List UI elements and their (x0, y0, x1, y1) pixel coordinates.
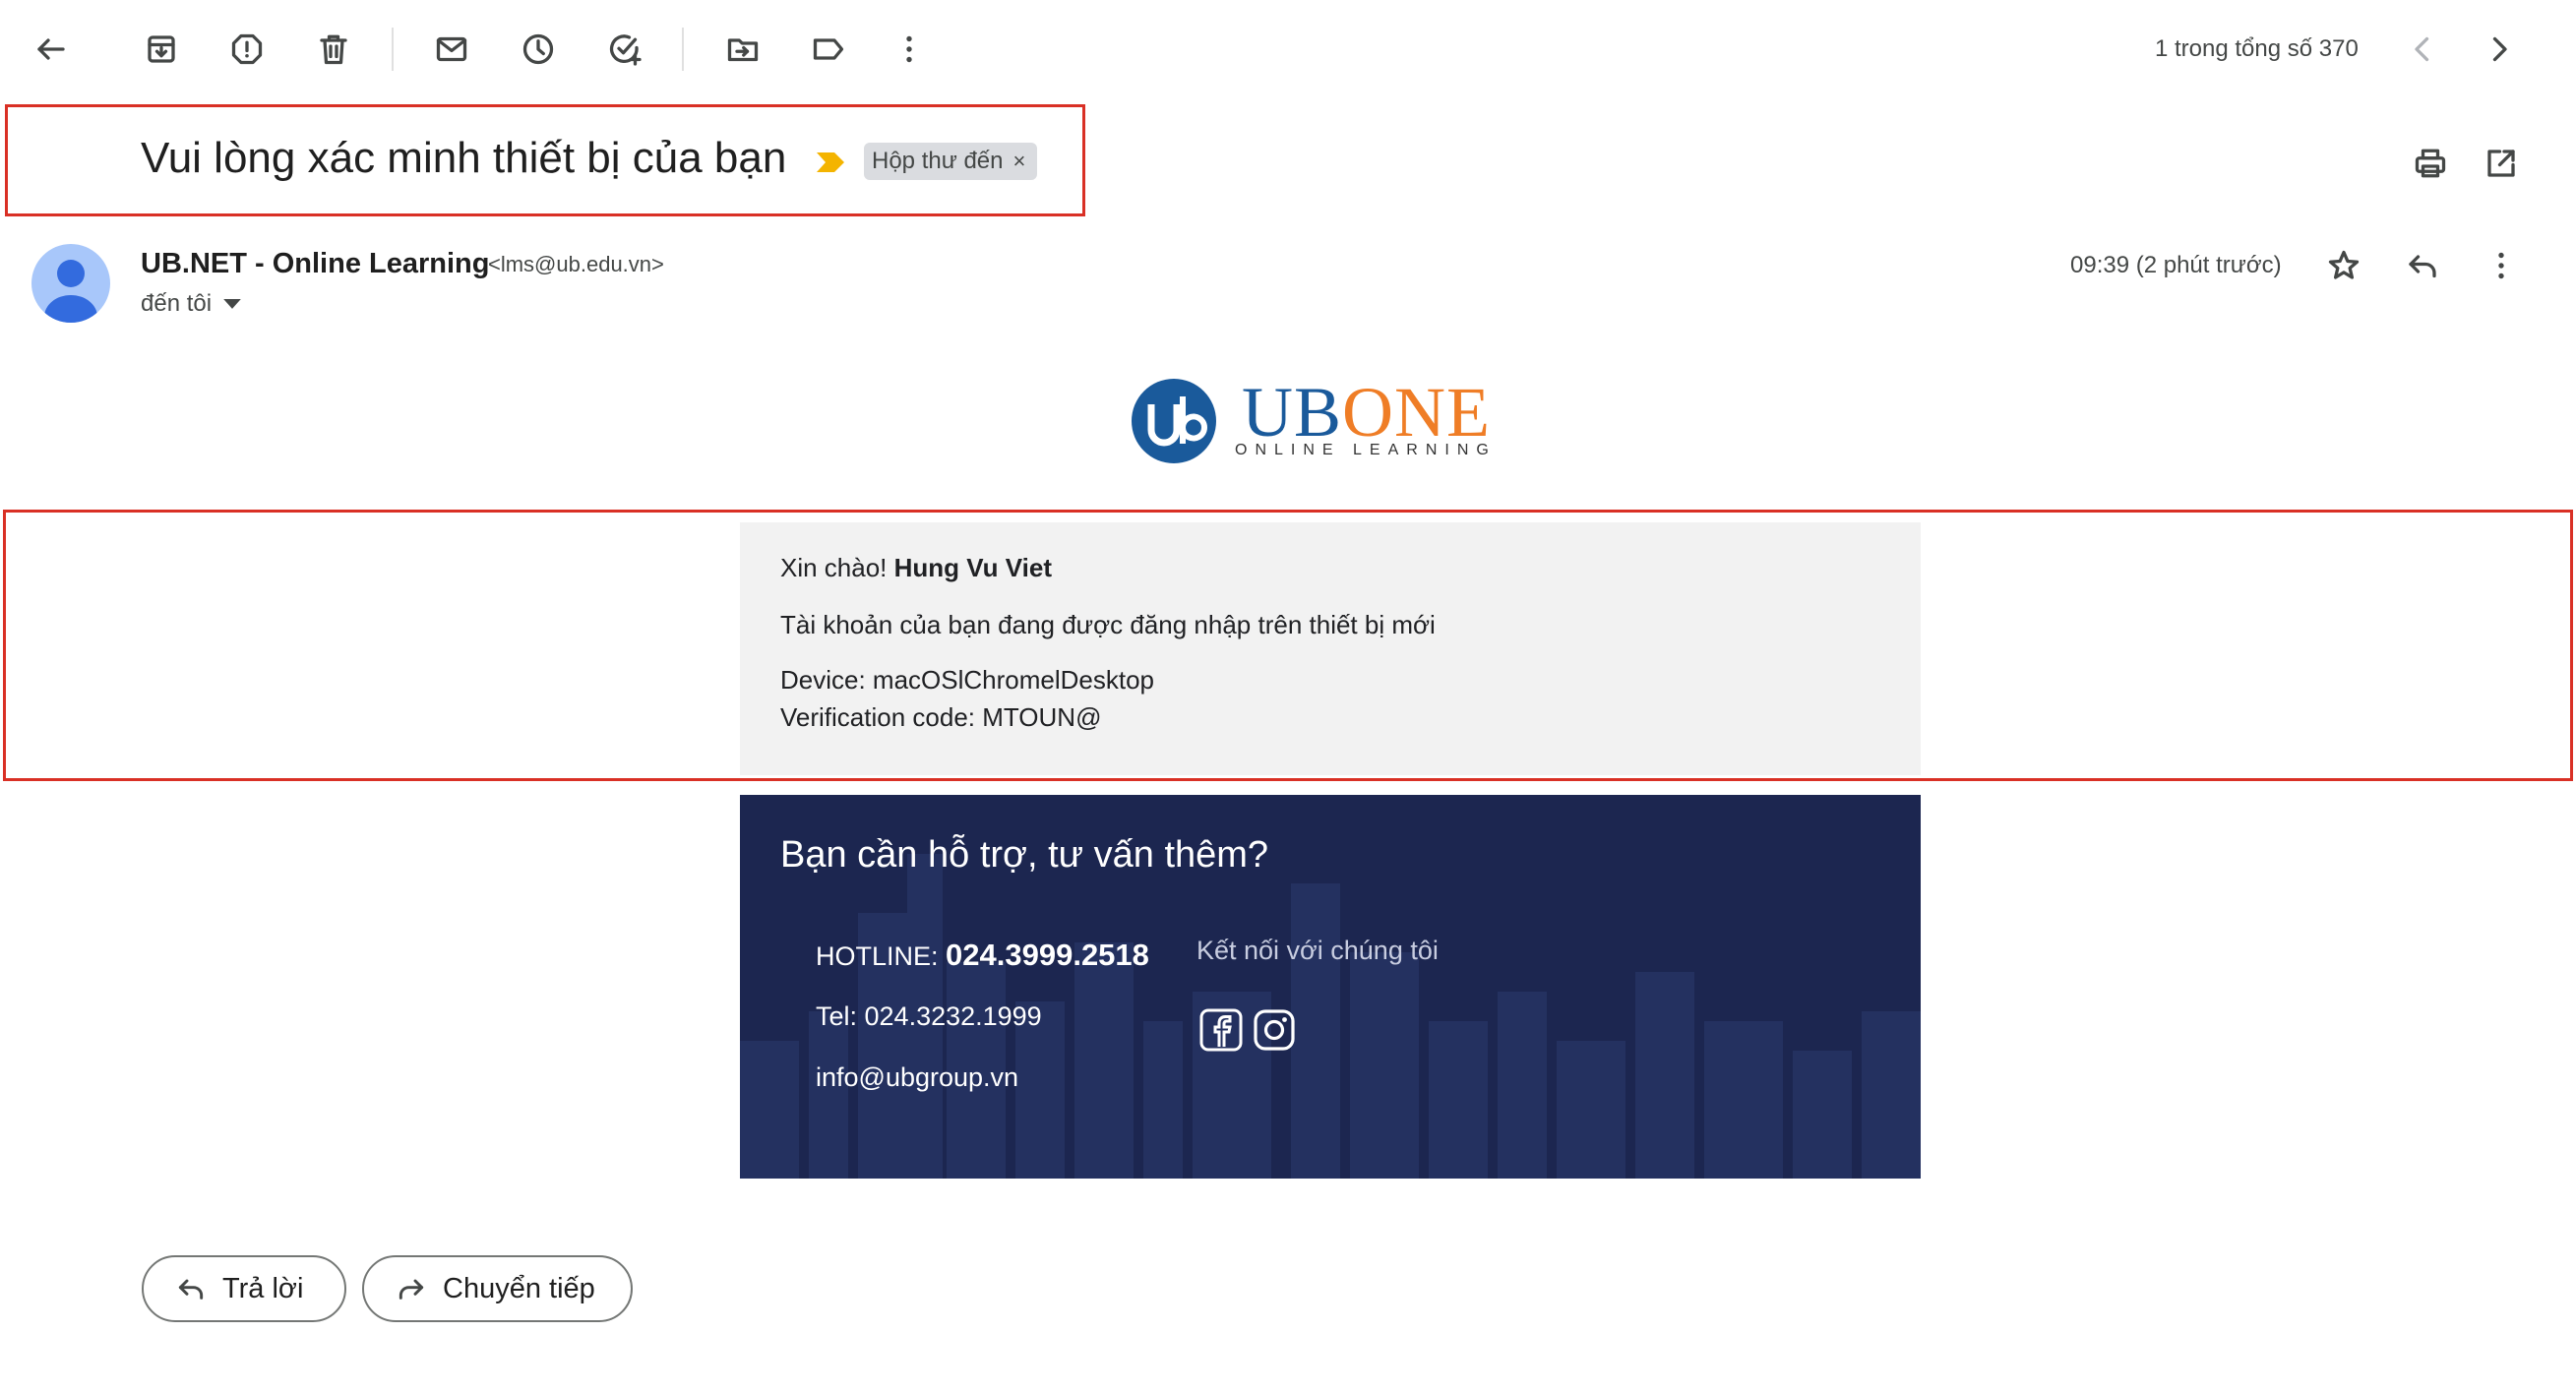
archive-button[interactable] (134, 22, 189, 77)
archive-icon (148, 35, 175, 63)
logo-ub-text: UB (1242, 373, 1343, 452)
inbox-label-chip: Hộp thư đến × (864, 143, 1038, 180)
reply-icon-button[interactable] (2395, 238, 2450, 293)
chevron-left-icon (2415, 36, 2429, 62)
support-email-link[interactable]: info@ubgroup.vn (816, 1062, 1018, 1093)
support-title: Bạn cần hỗ trợ, tư vấn thêm? (780, 834, 1269, 876)
reply-icon (2409, 255, 2436, 278)
report-spam-icon (231, 33, 263, 65)
message-more-button[interactable] (2474, 238, 2529, 293)
sender-avatar[interactable] (31, 244, 110, 323)
print-button[interactable] (2403, 136, 2458, 191)
report-spam-button[interactable] (219, 22, 275, 77)
email-subject: Vui lòng xác minh thiết bị của bạn (141, 134, 787, 182)
important-marker-icon[interactable] (815, 150, 846, 175)
open-in-new-icon (2487, 150, 2515, 177)
reply-label: Trả lời (222, 1272, 304, 1304)
back-arrow-icon (37, 38, 65, 60)
toolbar-divider (682, 28, 684, 71)
star-button[interactable] (2316, 238, 2371, 293)
forward-button[interactable]: Chuyển tiếp (362, 1255, 633, 1322)
greeting-line: Xin chào! Hung Vu Viet (780, 553, 1052, 583)
device-line: Device: macOSlChromelDesktop (780, 665, 1155, 695)
ubone-logo-wordmark: UBONE (1242, 377, 1491, 448)
recipient-text: đến tôi (141, 290, 213, 317)
move-to-icon (727, 38, 759, 62)
more-vert-icon (2498, 252, 2504, 279)
inbox-label-text: Hộp thư đến (872, 148, 1004, 174)
instagram-link[interactable] (1252, 1007, 1297, 1053)
logo-tagline: ONLINE LEARNING (1235, 442, 1497, 458)
logo-one-text: ONE (1342, 373, 1492, 452)
ub-mark-icon (1147, 396, 1207, 447)
delete-button[interactable] (306, 22, 361, 77)
facebook-icon (1199, 1008, 1243, 1052)
support-footer: Bạn cần hỗ trợ, tư vấn thêm? HOTLINE: 02… (740, 795, 1921, 1179)
sender-email: <lms@ub.edu.vn> (488, 252, 664, 276)
instagram-icon (1254, 1009, 1295, 1051)
delete-icon (320, 34, 347, 65)
forward-label: Chuyển tiếp (443, 1272, 595, 1304)
hotline-number[interactable]: 024.3999.2518 (946, 938, 1149, 972)
tel-line[interactable]: Tel: 024.3232.1999 (816, 1001, 1042, 1032)
ubone-logo: UBONE ONLINE LEARNING (1132, 377, 1491, 467)
greeting-prefix: Xin chào! (780, 553, 894, 582)
recipient-toggle[interactable]: đến tôi (141, 290, 241, 318)
person-icon (44, 260, 97, 323)
hotline-label: HOTLINE: (816, 941, 947, 971)
label-icon (813, 38, 844, 60)
label-button[interactable] (801, 22, 856, 77)
remove-label-icon[interactable]: × (1013, 149, 1026, 174)
back-button[interactable] (24, 22, 79, 77)
toolbar-divider (392, 28, 394, 71)
mark-unread-icon (436, 36, 467, 62)
recipient-name: Hung Vu Viet (893, 553, 1052, 582)
star-icon (2328, 250, 2360, 279)
reply-button[interactable]: Trả lời (142, 1255, 346, 1322)
hotline-line: HOTLINE: 024.3999.2518 (816, 938, 1149, 973)
newer-button[interactable] (2395, 22, 2450, 77)
reply-icon (178, 1279, 204, 1300)
snooze-icon (522, 33, 554, 65)
add-task-button[interactable] (597, 22, 652, 77)
chevron-right-icon (2492, 36, 2507, 62)
ubone-logo-mark (1132, 379, 1216, 463)
facebook-link[interactable] (1198, 1007, 1244, 1053)
caret-down-icon (223, 298, 241, 309)
email-timestamp: 09:39 (2 phút trước) (2070, 252, 2282, 278)
verification-code-line: Verification code: MTOUN@ (780, 702, 1102, 732)
message-highlight-box (3, 510, 2573, 781)
more-options-button[interactable] (882, 22, 937, 77)
snooze-button[interactable] (511, 22, 566, 77)
older-button[interactable] (2472, 22, 2527, 77)
mark-unread-button[interactable] (424, 22, 479, 77)
add-task-icon (609, 34, 642, 66)
sender-name[interactable]: UB.NET - Online Learning (141, 248, 489, 280)
open-new-window-button[interactable] (2474, 136, 2529, 191)
print-icon (2415, 149, 2446, 178)
pager-count: 1 trong tổng số 370 (2155, 35, 2359, 62)
move-to-button[interactable] (715, 22, 770, 77)
connect-label: Kết nối với chúng tôi (1196, 936, 1439, 965)
login-notice: Tài khoản của bạn đang được đăng nhập tr… (780, 610, 1436, 639)
more-vert-icon (906, 35, 912, 63)
forward-icon (399, 1279, 424, 1300)
